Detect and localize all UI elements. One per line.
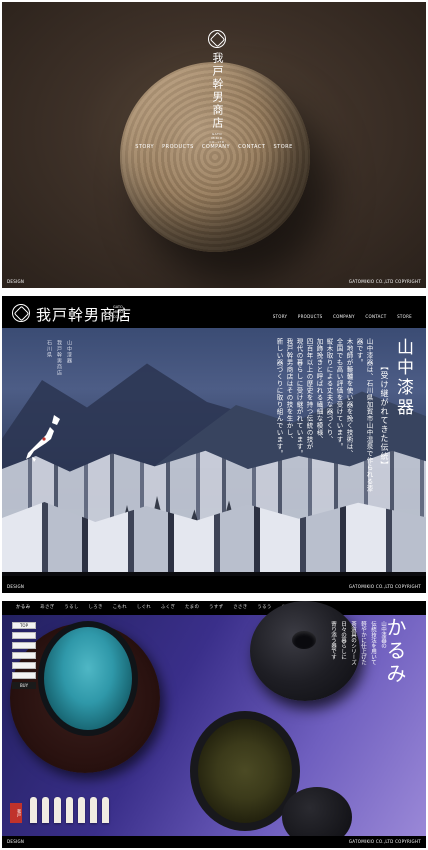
body-column: 木地師が轆轤を使い器を挽く技術は、 bbox=[345, 338, 353, 457]
body-column: 四百年以上の歴史を持つ伝統の技が bbox=[305, 338, 313, 450]
side-menu-item[interactable] bbox=[12, 672, 36, 679]
design-label: DESIGN bbox=[7, 279, 25, 284]
design-label: DESIGN bbox=[7, 584, 25, 589]
side-menu-item[interactable]: TOP bbox=[12, 622, 36, 629]
product-screen: かるみ あさぎ うるし しろき こもれ しぐれ ふくぎ たまの うすず ささき … bbox=[2, 601, 426, 848]
side-menu-item[interactable] bbox=[12, 632, 36, 639]
brand-stamp: 我戸 bbox=[10, 803, 22, 823]
copyright: GATOMIKIO CO.,LTD COPYRIGHT bbox=[348, 279, 421, 284]
nav-contact[interactable]: CONTACT bbox=[365, 314, 386, 319]
design-label: DESIGN bbox=[7, 839, 25, 844]
brand-logo[interactable]: 我戸幹男商店 GATO MIKIO CO.,LTD bbox=[206, 30, 228, 144]
product-tab[interactable]: しぐれ bbox=[137, 605, 151, 610]
hero-screen: 我戸幹男商店 GATO MIKIO CO.,LTD STORY PRODUCTS… bbox=[2, 2, 426, 288]
buy-button[interactable]: BUY bbox=[12, 682, 36, 689]
location-marker bbox=[42, 437, 46, 441]
copyright: GATOMIKIO CO.,LTD COPYRIGHT bbox=[348, 839, 421, 844]
nav-contact[interactable]: CONTACT bbox=[238, 144, 265, 150]
nav-products[interactable]: PRODUCTS bbox=[162, 144, 194, 150]
product-thumbnail[interactable] bbox=[66, 797, 73, 823]
crest-icon[interactable] bbox=[12, 304, 30, 322]
crest-icon bbox=[208, 30, 226, 48]
side-menu: TOP BUY bbox=[12, 619, 36, 689]
product-thumbnail[interactable] bbox=[30, 797, 37, 823]
body-column: 寄り添う器です bbox=[330, 621, 336, 660]
main-nav: STORY PRODUCTS COMPANY CONTACT STORE bbox=[2, 144, 426, 150]
body-column: 軽やかに仕上げた bbox=[360, 621, 366, 665]
product-tab[interactable]: うすず bbox=[209, 605, 223, 610]
section-title: 山中漆器 bbox=[393, 338, 413, 418]
snowy-town-photo: 山中漆器 我戸幹男商店 石川県 山中漆器 【受け継がれてきた伝統】 山中漆器は、… bbox=[2, 328, 426, 572]
body-column: 縦木取りによる丈夫な器づくり、 bbox=[325, 338, 333, 443]
brand-subtitle: GATO MIKIO CO.,LTD bbox=[113, 305, 127, 319]
copyright: GATOMIKIO CO.,LTD COPYRIGHT bbox=[348, 584, 421, 589]
japan-map-icon bbox=[26, 415, 60, 462]
main-nav: STORY PRODUCTS COMPANY CONTACT STORE bbox=[264, 314, 412, 319]
nav-products[interactable]: PRODUCTS bbox=[298, 314, 323, 319]
brand-name: 我戸幹男商店 bbox=[211, 52, 224, 130]
product-tab[interactable]: たまの bbox=[185, 605, 199, 610]
nav-store[interactable]: STORE bbox=[397, 314, 412, 319]
section-subtitle: 【受け継がれてきた伝統】 bbox=[380, 362, 389, 470]
body-column: 全国でも高い評価を受けています。 bbox=[335, 338, 343, 450]
product-tab[interactable]: うるう bbox=[257, 605, 271, 610]
product-thumbnails: 我戸 bbox=[10, 797, 109, 823]
nav-company[interactable]: COMPANY bbox=[202, 144, 230, 150]
product-tab[interactable]: あさぎ bbox=[40, 605, 54, 610]
body-column: 山中漆器の bbox=[380, 621, 386, 649]
nav-story[interactable]: STORY bbox=[135, 144, 154, 150]
story-screen: 我戸幹男商店 GATO MIKIO CO.,LTD STORY PRODUCTS… bbox=[2, 296, 426, 593]
site-footer: DESIGN GATOMIKIO CO.,LTD COPYRIGHT bbox=[2, 836, 426, 848]
body-column: 茶道具のシリーズ bbox=[350, 621, 356, 665]
side-label: 山中漆器 bbox=[66, 340, 72, 364]
body-column: 日々の暮らしに bbox=[340, 621, 346, 660]
product-tab[interactable]: ふくぎ bbox=[161, 605, 175, 610]
body-column: 伝統技法を用いて bbox=[370, 621, 376, 665]
site-footer: DESIGN GATOMIKIO CO.,LTD COPYRIGHT bbox=[2, 576, 426, 593]
side-label: 我戸幹男商店 bbox=[56, 340, 62, 376]
product-tab[interactable]: ささき bbox=[233, 605, 247, 610]
body-column: 山中漆器は、石川県加賀市山中温泉で作られる漆器です。 bbox=[355, 338, 373, 492]
site-header: 我戸幹男商店 GATO MIKIO CO.,LTD STORY PRODUCTS… bbox=[2, 296, 426, 328]
nav-company[interactable]: COMPANY bbox=[333, 314, 355, 319]
side-menu-item[interactable] bbox=[12, 642, 36, 649]
nav-store[interactable]: STORE bbox=[273, 144, 292, 150]
body-column: 加飾挽きと呼ばれる繊細な模様、 bbox=[315, 338, 323, 443]
nav-story[interactable]: STORY bbox=[273, 314, 288, 319]
body-column: 現代の暮らしに受け継がれています。 bbox=[295, 338, 303, 457]
product-thumbnail[interactable] bbox=[78, 797, 85, 823]
product-thumbnail[interactable] bbox=[54, 797, 61, 823]
product-thumbnail[interactable] bbox=[102, 797, 109, 823]
product-thumbnail[interactable] bbox=[42, 797, 49, 823]
product-thumbnail[interactable] bbox=[90, 797, 97, 823]
side-menu-item[interactable] bbox=[12, 662, 36, 669]
side-menu-item[interactable] bbox=[12, 652, 36, 659]
product-tab[interactable]: うるし bbox=[64, 605, 78, 610]
brand-subtitle: GATO MIKIO CO.,LTD bbox=[209, 132, 225, 144]
body-column: 新しい器づくりに取り組んでいます。 bbox=[275, 338, 283, 457]
product-tab[interactable]: しろき bbox=[88, 605, 102, 610]
side-label: 石川県 bbox=[46, 340, 52, 358]
blue-cup-image bbox=[38, 621, 138, 736]
product-tab[interactable]: こもれ bbox=[113, 605, 127, 610]
body-column: 我戸幹男商店はその技を生かし、 bbox=[285, 338, 293, 443]
product-nav: かるみ あさぎ うるし しろき こもれ しぐれ ふくぎ たまの うすず ささき … bbox=[2, 601, 426, 615]
product-tab[interactable]: かるみ bbox=[16, 605, 30, 610]
